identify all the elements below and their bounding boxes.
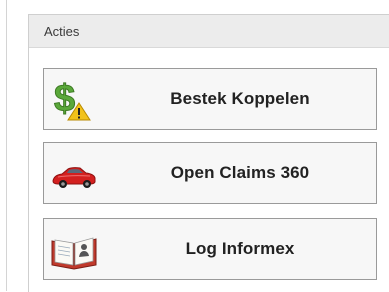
logbook-icon (50, 227, 98, 271)
open-claims-360-button[interactable]: Open Claims 360 (43, 142, 377, 204)
panel-title: Acties (44, 24, 80, 39)
dollar-warning-icon: $ (50, 77, 98, 121)
left-pane-edge (0, 0, 18, 291)
red-car-icon (50, 151, 98, 195)
bestek-koppelen-button[interactable]: $ Bestek Koppelen (43, 68, 377, 130)
actions-panel: Acties $ Bestek Koppelen Open Claims 360… (28, 14, 389, 292)
log-informex-button[interactable]: Log Informex (43, 218, 377, 280)
bestek-koppelen-label: Bestek Koppelen (170, 89, 310, 108)
panel-header: Acties (29, 15, 389, 48)
left-pane-divider (6, 0, 7, 291)
open-claims-360-label: Open Claims 360 (170, 163, 310, 182)
log-informex-label: Log Informex (185, 239, 295, 258)
